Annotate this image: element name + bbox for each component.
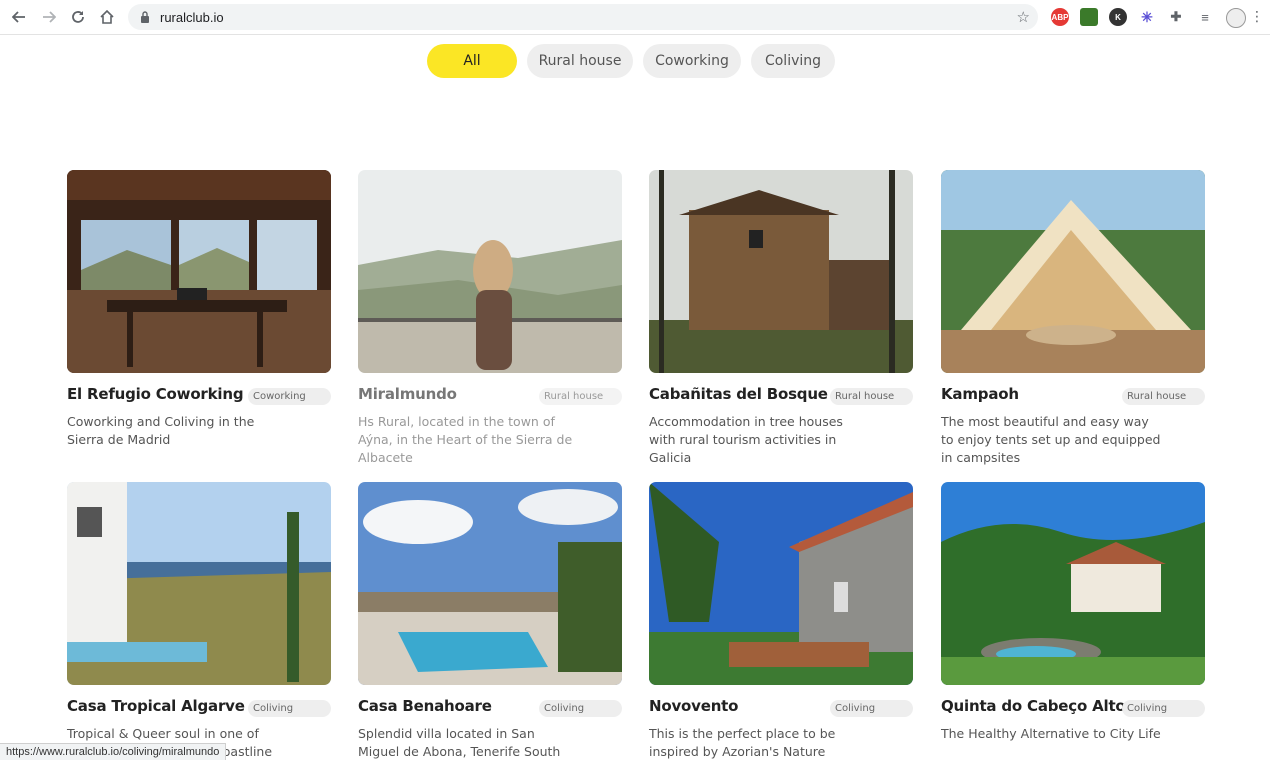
listing-card[interactable]: Quinta do Cabeço Alto Coliving The Healt… <box>941 482 1205 743</box>
category-badge: Coliving <box>539 700 622 717</box>
listing-title[interactable]: Miralmundo <box>358 385 457 403</box>
reload-icon[interactable] <box>67 6 89 28</box>
listing-description: Accommodation in tree houses with rural … <box>649 414 843 465</box>
star-icon[interactable]: ☆ <box>1017 8 1030 26</box>
filter-rural-house[interactable]: Rural house <box>527 44 633 78</box>
forward-arrow-icon[interactable] <box>38 6 60 28</box>
listing-photo[interactable] <box>67 482 331 685</box>
puzzle-icon[interactable]: ✚ <box>1167 8 1185 26</box>
listing-title[interactable]: Quinta do Cabeço Alto <box>941 697 1126 715</box>
listing-photo[interactable] <box>941 482 1205 685</box>
category-badge: Rural house <box>830 388 913 405</box>
category-badge: Coliving <box>1122 700 1205 717</box>
listing-card[interactable]: Miralmundo Rural house Hs Rural, located… <box>358 170 622 467</box>
media-icon[interactable]: ≡ <box>1196 8 1214 26</box>
category-badge: Coliving <box>248 700 331 717</box>
listing-description: Splendid villa located in San Miguel de … <box>358 726 561 759</box>
listing-description: The Healthy Alternative to City Life <box>941 726 1161 741</box>
listing-photo[interactable] <box>649 482 913 685</box>
lock-icon <box>138 10 152 24</box>
listing-photo[interactable] <box>67 170 331 373</box>
home-icon[interactable] <box>96 6 118 28</box>
category-badge: Rural house <box>1122 388 1205 405</box>
listing-description: Coworking and Coliving in the Sierra de … <box>67 414 255 447</box>
filter-coworking[interactable]: Coworking <box>643 44 741 78</box>
listing-card[interactable]: El Refugio Coworking Coworking Coworking… <box>67 170 331 449</box>
listing-card[interactable]: Casa Tropical Algarve Coliving Tropical … <box>67 482 331 761</box>
url-text: ruralclub.io <box>160 9 224 25</box>
filter-coliving[interactable]: Coliving <box>751 44 835 78</box>
listing-photo[interactable] <box>941 170 1205 373</box>
listing-card[interactable]: Novovento Coliving This is the perfect p… <box>649 482 913 761</box>
listing-photo[interactable] <box>649 170 913 373</box>
category-badge: Rural house <box>539 388 622 405</box>
listing-description: This is the perfect place to be inspired… <box>649 726 836 759</box>
listing-card[interactable]: Cabañitas del Bosque Rural house Accommo… <box>649 170 913 467</box>
browser-toolbar: ruralclub.io ☆ ABP K ✳ ✚ ≡ ⋮ <box>0 0 1270 35</box>
listing-title[interactable]: Casa Benahoare <box>358 697 492 715</box>
listing-title[interactable]: Novovento <box>649 697 738 715</box>
back-arrow-icon[interactable] <box>8 6 30 28</box>
filter-all[interactable]: All <box>427 44 517 78</box>
address-bar[interactable]: ruralclub.io ☆ <box>128 4 1038 30</box>
adblock-icon[interactable]: ABP <box>1051 8 1069 26</box>
listing-photo[interactable] <box>358 482 622 685</box>
listing-title[interactable]: El Refugio Coworking <box>67 385 244 403</box>
category-badge: Coliving <box>830 700 913 717</box>
listing-card[interactable]: Casa Benahoare Coliving Splendid villa l… <box>358 482 622 761</box>
profile-icon[interactable] <box>1226 8 1246 28</box>
listing-description: The most beautiful and easy way to enjoy… <box>941 414 1161 465</box>
extension-icon[interactable] <box>1080 8 1098 26</box>
extension-icon[interactable]: K <box>1109 8 1127 26</box>
extension-icon[interactable]: ✳ <box>1138 8 1156 26</box>
category-badge: Coworking <box>248 388 331 405</box>
listing-photo[interactable] <box>358 170 622 373</box>
listing-title[interactable]: Cabañitas del Bosque <box>649 385 828 403</box>
menu-icon[interactable]: ⋮ <box>1246 6 1268 28</box>
link-status-bar: https://www.ruralclub.io/coliving/miralm… <box>0 743 227 760</box>
listing-title[interactable]: Kampaoh <box>941 385 1019 403</box>
listing-title[interactable]: Casa Tropical Algarve <box>67 697 245 715</box>
listing-card[interactable]: Kampaoh Rural house The most beautiful a… <box>941 170 1205 467</box>
listing-description: Hs Rural, located in the town of Aýna, i… <box>358 414 573 465</box>
